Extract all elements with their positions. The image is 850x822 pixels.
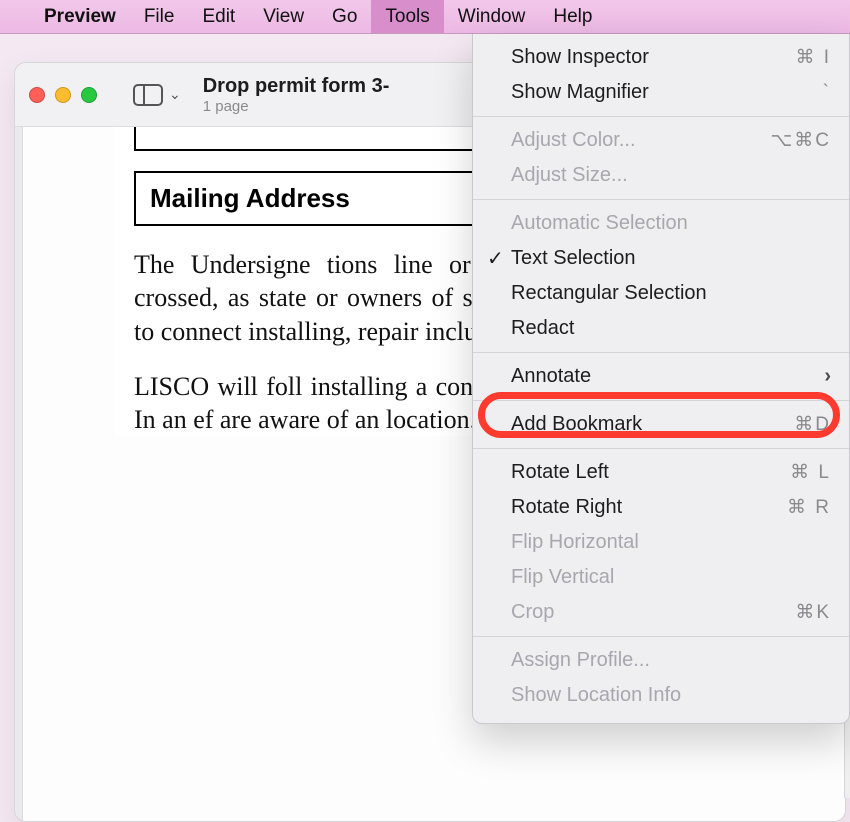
menu-shortcut: ⌘K [771, 601, 831, 624]
menu-item-label: Rotate Left [511, 461, 771, 484]
menu-item-label: Redact [511, 317, 771, 340]
menu-tools[interactable]: Tools [371, 0, 443, 33]
menu-help[interactable]: Help [539, 0, 606, 33]
menu-item-label: Show Inspector [511, 46, 771, 69]
menu-item-crop: Crop⌘K [473, 595, 849, 630]
menu-item-annotate[interactable]: Annotate› [473, 359, 849, 394]
menu-item-label: Rotate Right [511, 496, 771, 519]
menu-item-automatic-selection: Automatic Selection [473, 206, 849, 241]
menu-item-label: Flip Vertical [511, 566, 771, 589]
menu-go[interactable]: Go [318, 0, 371, 33]
menu-shortcut: ⌘ L [771, 461, 831, 484]
menu-item-rectangular-selection[interactable]: Rectangular Selection [473, 276, 849, 311]
menu-item-rotate-left[interactable]: Rotate Left⌘ L [473, 455, 849, 490]
sidebar-toggle-button[interactable]: ⌄ [133, 84, 181, 106]
menu-item-text-selection[interactable]: ✓ Text Selection [473, 241, 849, 276]
menu-item-label: Automatic Selection [511, 212, 771, 235]
menu-shortcut: ` [771, 82, 831, 104]
menu-item-show-inspector[interactable]: Show Inspector⌘ I [473, 40, 849, 75]
chevron-down-icon: ⌄ [169, 86, 181, 103]
menu-item-label: Crop [511, 601, 771, 624]
menu-item-label: Add Bookmark [511, 413, 771, 436]
menu-item-label: Show Magnifier [511, 81, 771, 104]
menu-shortcut: ⌘ I [771, 46, 831, 69]
menu-separator [473, 636, 849, 637]
traffic-light-minimize[interactable] [55, 87, 71, 103]
menu-item-label: Adjust Size... [511, 164, 771, 187]
chevron-right-icon: › [824, 365, 831, 388]
menu-file[interactable]: File [130, 0, 189, 33]
menu-shortcut: ⌘D [771, 413, 831, 436]
menu-separator [473, 116, 849, 117]
menu-item-label: Assign Profile... [511, 649, 771, 672]
menu-item-show-location-info: Show Location Info [473, 678, 849, 713]
menu-shortcut: ⌘ R [771, 496, 831, 519]
menu-separator [473, 400, 849, 401]
traffic-light-close[interactable] [29, 87, 45, 103]
check-icon: ✓ [487, 246, 504, 271]
menu-separator [473, 199, 849, 200]
menu-item-label: Text Selection [511, 247, 771, 270]
menu-item-adjust-size: Adjust Size... [473, 158, 849, 193]
menu-item-add-bookmark[interactable]: Add Bookmark⌘D [473, 407, 849, 442]
menubar-app[interactable]: Preview [30, 0, 130, 33]
window-subtitle: 1 page [203, 98, 390, 115]
menu-window[interactable]: Window [444, 0, 540, 33]
menu-item-flip-horizontal: Flip Horizontal [473, 525, 849, 560]
menu-item-flip-vertical: Flip Vertical [473, 560, 849, 595]
menu-item-rotate-right[interactable]: Rotate Right⌘ R [473, 490, 849, 525]
menu-item-adjust-color: Adjust Color...⌥⌘C [473, 123, 849, 158]
menu-item-show-magnifier[interactable]: Show Magnifier` [473, 75, 849, 110]
menu-item-label: Annotate [511, 365, 824, 388]
menu-item-label: Rectangular Selection [511, 282, 771, 305]
window-title: Drop permit form 3- [203, 75, 390, 98]
menu-separator [473, 352, 849, 353]
menu-item-redact[interactable]: Redact [473, 311, 849, 346]
menu-edit[interactable]: Edit [188, 0, 249, 33]
menu-item-label: Show Location Info [511, 684, 771, 707]
menubar: Preview File Edit View Go Tools Window H… [0, 0, 850, 34]
menu-view[interactable]: View [249, 0, 318, 33]
menu-shortcut: ⌥⌘C [770, 129, 831, 152]
menu-separator [473, 448, 849, 449]
menu-item-label: Flip Horizontal [511, 531, 771, 554]
menu-item-label: Adjust Color... [511, 129, 770, 152]
menu-item-assign-profile: Assign Profile... [473, 643, 849, 678]
sidebar-icon [133, 84, 163, 106]
traffic-light-zoom[interactable] [81, 87, 97, 103]
tools-menu: Show Inspector⌘ IShow Magnifier`Adjust C… [472, 34, 850, 724]
left-gutter [15, 127, 23, 821]
